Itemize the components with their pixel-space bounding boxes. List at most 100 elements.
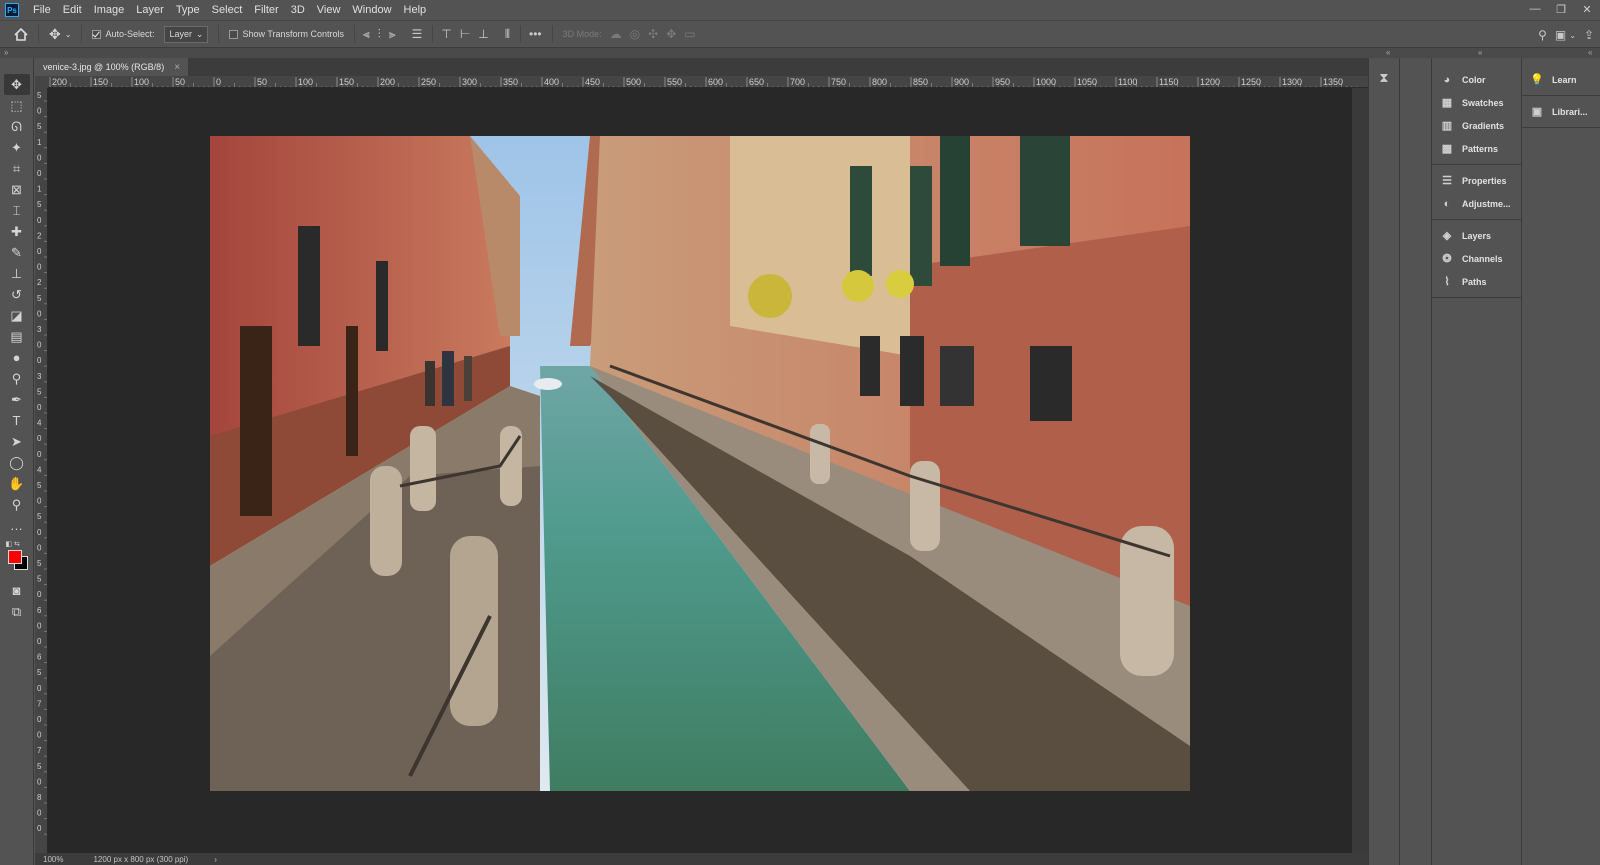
minimize-button[interactable]: — xyxy=(1522,0,1548,18)
menu-file[interactable]: File xyxy=(27,4,57,16)
options-right: ⚲ ▣ ⌄ ⇪ xyxy=(1530,21,1594,49)
collapse-panels-icon[interactable]: « xyxy=(1588,48,1592,57)
close-button[interactable]: ✕ xyxy=(1574,0,1600,18)
panel-tab-properties[interactable]: ☰ Properties xyxy=(1432,169,1521,192)
auto-select-target-dropdown[interactable]: Layer ⌄ xyxy=(164,25,209,43)
eyedropper-tool-icon[interactable]: ⌶ xyxy=(4,200,30,221)
document-image-venice-canal[interactable] xyxy=(210,136,1190,791)
restore-button[interactable]: ❐ xyxy=(1548,0,1574,18)
auto-select-check[interactable] xyxy=(92,29,102,39)
3d-orbit-icon[interactable]: ☁ xyxy=(610,27,622,41)
healing-brush-tool-icon[interactable]: ✚ xyxy=(4,221,30,242)
ruler-label: 4 xyxy=(37,465,42,474)
foreground-color[interactable] xyxy=(7,550,22,564)
chevron-down-icon[interactable]: ⌄ xyxy=(1569,31,1576,40)
crop-tool-icon[interactable]: ⌗ xyxy=(4,158,30,179)
status-menu-arrow[interactable]: › xyxy=(214,855,217,864)
menu-select[interactable]: Select xyxy=(206,4,249,16)
panel-tab-gradients[interactable]: ▥ Gradients xyxy=(1432,114,1521,137)
frame-tool-icon[interactable]: ⊠ xyxy=(4,179,30,200)
collapse-panels-icon[interactable]: « xyxy=(1386,48,1390,57)
workspace-icon[interactable]: ▣ xyxy=(1555,28,1566,42)
3d-pan-icon[interactable]: ✣ xyxy=(648,27,658,41)
menu-image[interactable]: Image xyxy=(88,4,131,16)
vertical-scrollbar[interactable] xyxy=(1352,88,1368,853)
collapse-panels-icon[interactable]: « xyxy=(1478,48,1482,57)
distribute-vertical-icon[interactable]: ⦀ xyxy=(505,27,510,42)
panel-tab-channels[interactable]: ❂ Channels xyxy=(1432,247,1521,270)
panel-tab-libraries[interactable]: ▣ Librari... xyxy=(1522,100,1600,123)
menu-layer[interactable]: Layer xyxy=(130,4,170,16)
panel-tab-adjustments[interactable]: ◐ Adjustme... xyxy=(1432,192,1521,215)
dodge-tool-icon[interactable]: ⚲ xyxy=(4,368,30,389)
horizontal-ruler[interactable]: 200 150 100 50 0 50 100 150 200 250 300 350 400 450 50… xyxy=(48,76,1368,88)
zoom-level[interactable]: 100% xyxy=(43,855,63,864)
menu-3d[interactable]: 3D xyxy=(285,4,311,16)
menu-help[interactable]: Help xyxy=(398,4,433,16)
clone-stamp-tool-icon[interactable]: ⊥ xyxy=(4,263,30,284)
canvas-area[interactable] xyxy=(48,88,1368,853)
ellipse-tool-icon[interactable]: ◯ xyxy=(4,452,30,473)
screen-mode-icon[interactable]: ⧉ xyxy=(4,601,30,622)
home-icon[interactable] xyxy=(14,27,28,41)
document-tab[interactable]: venice-3.jpg @ 100% (RGB/8) × xyxy=(35,58,189,76)
magic-wand-tool-icon[interactable]: ✦ xyxy=(4,137,30,158)
align-top-icon[interactable]: ⊤ xyxy=(441,27,451,41)
distribute-icon[interactable]: ☰ xyxy=(412,27,423,41)
transform-check[interactable] xyxy=(229,29,239,39)
history-icon[interactable]: ⧗ xyxy=(1369,66,1399,90)
default-colors-icon[interactable]: ◧ ⇆ xyxy=(6,540,20,548)
align-left-icon[interactable]: ⫷ xyxy=(363,27,370,42)
3d-slide-icon[interactable]: ✥ xyxy=(666,27,676,41)
align-right-icon[interactable]: ⫸ xyxy=(389,27,396,42)
brush-tool-icon[interactable]: ✎ xyxy=(4,242,30,263)
path-selection-tool-icon[interactable]: ➤ xyxy=(4,431,30,452)
panel-tab-learn[interactable]: 💡 Learn xyxy=(1522,68,1600,91)
history-brush-tool-icon[interactable]: ↺ xyxy=(4,284,30,305)
panel-tab-patterns[interactable]: ▩ Patterns xyxy=(1432,137,1521,160)
blur-tool-icon[interactable]: ● xyxy=(4,347,30,368)
type-tool-icon[interactable]: T xyxy=(4,410,30,431)
align-bottom-icon[interactable]: ⊥ xyxy=(478,27,488,41)
marquee-tool-icon[interactable]: ⬚ xyxy=(4,95,30,116)
gradient-tool-icon[interactable]: ▤ xyxy=(4,326,30,347)
more-tools-icon[interactable]: … xyxy=(4,515,30,536)
panel-tab-paths[interactable]: ⌇ Paths xyxy=(1432,270,1521,293)
quick-mask-icon[interactable]: ◙ xyxy=(4,580,30,601)
align-center-icon[interactable]: ⫶ xyxy=(378,27,381,42)
ruler-label: 500 xyxy=(626,77,641,87)
panel-tab-color[interactable]: ◕ Color xyxy=(1432,68,1521,91)
separator xyxy=(432,25,434,43)
3d-roll-icon[interactable]: ◎ xyxy=(630,27,640,41)
more-options-button[interactable]: ••• xyxy=(529,27,542,41)
pen-tool-icon[interactable]: ✒ xyxy=(4,389,30,410)
lasso-tool-icon[interactable]: ᘏ xyxy=(4,116,30,137)
eraser-tool-icon[interactable]: ◪ xyxy=(4,305,30,326)
menu-type[interactable]: Type xyxy=(170,4,206,16)
menu-edit[interactable]: Edit xyxy=(57,4,88,16)
show-transform-controls-checkbox[interactable]: Show Transform Controls xyxy=(229,29,344,39)
menu-view[interactable]: View xyxy=(311,4,347,16)
expand-toolbar-icon[interactable]: » xyxy=(4,48,8,57)
menu-filter[interactable]: Filter xyxy=(248,4,284,16)
panel-collapse-strip: » « « « xyxy=(0,48,1600,58)
panel-tab-swatches[interactable]: ▦ Swatches xyxy=(1432,91,1521,114)
search-icon[interactable]: ⚲ xyxy=(1538,28,1547,42)
move-tool-icon[interactable]: ✥ xyxy=(3,74,30,95)
ruler-corner[interactable] xyxy=(35,76,48,88)
vertical-ruler[interactable]: 5051001502002503003504004505005506006507… xyxy=(35,88,48,853)
document-info: 1200 px x 800 px (300 ppi) xyxy=(93,854,189,864)
3d-camera-icon[interactable]: ▭ xyxy=(684,27,695,41)
document-tab-title: venice-3.jpg @ 100% (RGB/8) xyxy=(43,62,165,72)
align-middle-icon[interactable]: ⊢ xyxy=(460,27,470,41)
panel-tab-label: Layers xyxy=(1462,230,1492,241)
auto-select-checkbox[interactable]: Auto-Select: xyxy=(92,29,154,39)
hand-tool-icon[interactable]: ✋ xyxy=(4,473,30,494)
move-tool-preset-icon[interactable]: ✥ ⌄ xyxy=(49,26,71,43)
close-icon[interactable]: × xyxy=(174,62,180,73)
menu-window[interactable]: Window xyxy=(346,4,397,16)
share-icon[interactable]: ⇪ xyxy=(1584,28,1594,42)
panel-tab-layers[interactable]: ◈ Layers xyxy=(1432,224,1521,247)
zoom-tool-icon[interactable]: ⚲ xyxy=(4,494,30,515)
adjustments-icon: ◐ xyxy=(1443,197,1451,210)
